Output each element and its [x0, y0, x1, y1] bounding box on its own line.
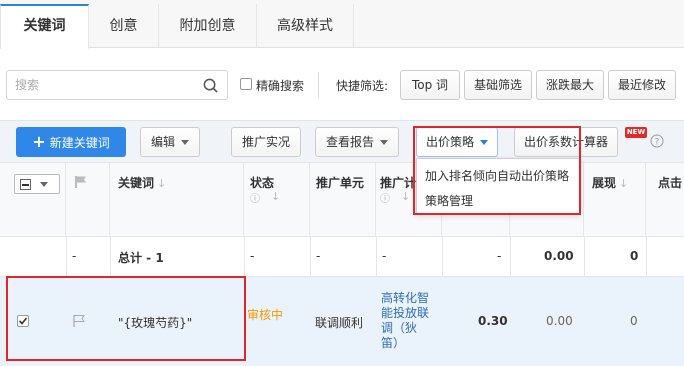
- chevron-down-icon: [40, 182, 48, 187]
- plan-help-icon[interactable]: ⓘ: [380, 190, 390, 205]
- divider: [318, 72, 319, 98]
- sort-icon[interactable]: ↓: [157, 177, 166, 190]
- top-words-button[interactable]: Top 词: [400, 70, 460, 100]
- tab-advanced-style[interactable]: 高级样式: [257, 4, 354, 48]
- unit-link[interactable]: 联调顺利: [315, 314, 363, 331]
- plus-icon: +: [32, 132, 46, 151]
- sort-icon[interactable]: ↓: [271, 190, 280, 203]
- promo-realtime-button[interactable]: 推广实况: [231, 127, 301, 157]
- quick-filter-label: 快捷筛选:: [336, 79, 389, 93]
- header-flag: [66, 162, 110, 236]
- header-plan-label: 推广计: [380, 176, 417, 190]
- exact-search-checkbox[interactable]: [240, 78, 252, 90]
- total-unit: -: [316, 249, 321, 263]
- status-help-icon[interactable]: ⓘ: [250, 190, 260, 205]
- edit-label: 编辑: [150, 135, 175, 149]
- header-impressions-label: 展现: [592, 176, 617, 190]
- total-price: -: [497, 249, 502, 263]
- tab-creative[interactable]: 创意: [89, 4, 159, 48]
- new-keyword-label: 新建关键词: [49, 136, 110, 150]
- svg-text:?: ?: [655, 138, 660, 148]
- impressions-value: 0: [630, 314, 638, 328]
- basic-filter-button[interactable]: 基础筛选: [464, 70, 532, 100]
- search-icon[interactable]: [203, 78, 218, 93]
- header-keyword-label: 关键词: [118, 176, 155, 190]
- bulk-select-dropdown[interactable]: [14, 174, 60, 194]
- new-badge: NEW: [625, 127, 647, 138]
- total-impressions: 0: [630, 249, 639, 263]
- table-border: [0, 236, 684, 237]
- view-report-label: 查看报告: [325, 135, 374, 149]
- header-status-label: 状态: [250, 176, 275, 190]
- status-text: 审核中: [247, 308, 284, 322]
- biggest-change-button[interactable]: 涨跌最大: [536, 70, 604, 100]
- tab-extra-creative[interactable]: 附加创意: [159, 4, 257, 48]
- header-keyword[interactable]: 关键词 ↓: [110, 162, 244, 236]
- header-clicks[interactable]: 点击: [646, 162, 684, 236]
- sort-icon[interactable]: ↓: [401, 190, 410, 203]
- search-box[interactable]: [6, 70, 228, 100]
- plan-link[interactable]: 高转化智 能投放联 调（狄 笛）: [381, 291, 429, 351]
- header-clicks-label: 点击: [658, 176, 683, 190]
- highlight-keyword-row: [6, 276, 246, 361]
- flag-icon[interactable]: [74, 175, 88, 189]
- help-icon[interactable]: ?: [650, 134, 664, 148]
- recent-modified-button[interactable]: 最近修改: [608, 70, 676, 100]
- header-select: [0, 162, 66, 236]
- header-unit-label: 推广单元: [316, 176, 365, 190]
- total-col1: -: [72, 249, 77, 263]
- header-impressions[interactable]: 展现 ↓: [584, 162, 646, 236]
- total-label: 总计 - 1: [118, 251, 164, 265]
- bulk-checkbox[interactable]: [20, 179, 31, 190]
- edit-button[interactable]: 编辑: [140, 127, 200, 157]
- total-cost: 0.00: [544, 249, 574, 263]
- total-plan: -: [382, 249, 387, 263]
- cost-value: 0.00: [546, 314, 573, 328]
- bid-value[interactable]: 0.30: [478, 314, 508, 328]
- exact-search-label: 精确搜索: [256, 79, 305, 93]
- search-input[interactable]: [15, 76, 195, 94]
- view-report-button[interactable]: 查看报告: [315, 127, 399, 157]
- chevron-down-icon: [380, 140, 388, 145]
- total-status: -: [250, 249, 255, 263]
- tab-bar: 关键词 创意 附加创意 高级样式: [0, 0, 684, 49]
- header-unit[interactable]: 推广单元: [310, 162, 376, 236]
- new-keyword-button[interactable]: + 新建关键词: [16, 127, 126, 157]
- highlight-bid-strategy: [413, 126, 581, 215]
- table-border: [0, 162, 684, 163]
- tab-keywords[interactable]: 关键词: [0, 4, 89, 49]
- header-status[interactable]: 状态 ⓘ ↓: [244, 162, 310, 236]
- chevron-down-icon: [181, 140, 189, 145]
- sort-icon[interactable]: ↓: [619, 177, 628, 190]
